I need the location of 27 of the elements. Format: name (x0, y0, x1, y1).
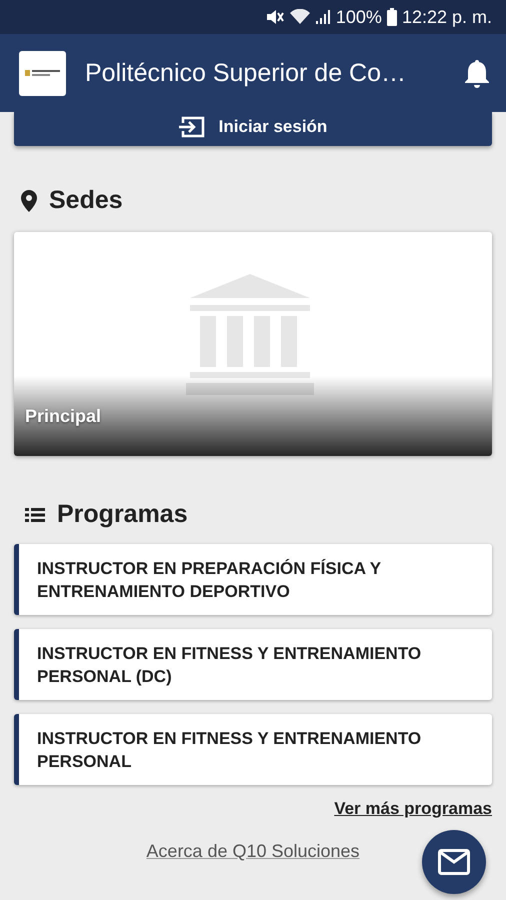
list-icon (25, 506, 45, 522)
section-heading: Sedes (49, 186, 123, 215)
program-card[interactable]: INSTRUCTOR EN FITNESS Y ENTRENAMIENTO PERSONAL (14, 714, 492, 785)
app-title: Politécnico Superior de Co… (85, 58, 407, 88)
wifi-icon (290, 9, 310, 25)
location-pin-icon (21, 190, 37, 212)
mute-icon (264, 8, 285, 26)
signal-icon (314, 9, 331, 25)
message-button[interactable] (422, 830, 486, 894)
login-button[interactable]: Iniciar sesión (14, 112, 492, 146)
section-heading: Programas (57, 500, 188, 529)
building-icon (186, 274, 314, 396)
mail-icon (438, 849, 470, 875)
more-programs-link[interactable]: Ver más programas (334, 799, 492, 818)
program-card[interactable]: INSTRUCTOR EN PREPARACIÓN FÍSICA Y ENTRENAMIENTO DEPORTIVO (14, 544, 492, 615)
login-icon (178, 116, 205, 138)
clock-time: 12:22 p. m. (402, 6, 492, 28)
battery-percentage: 100% (336, 6, 382, 28)
about-link[interactable]: Acerca de Q10 Soluciones (146, 841, 360, 861)
campus-name: Principal (25, 406, 102, 427)
notification-bell-icon[interactable] (464, 58, 490, 88)
program-name: INSTRUCTOR EN FITNESS Y ENTRENAMIENTO PERSONAL (37, 728, 422, 772)
institution-logo (19, 50, 66, 96)
program-name: INSTRUCTOR EN FITNESS Y ENTRENAMIENTO PERSONAL (DC) (37, 642, 422, 688)
program-card[interactable]: INSTRUCTOR EN FITNESS Y ENTRENAMIENTO PERSONAL (DC) (14, 629, 492, 700)
program-name: INSTRUCTOR EN PREPARACIÓN FÍSICA Y ENTRENAMIENTO DEPORTIVO (37, 558, 382, 602)
battery-icon (386, 8, 397, 26)
